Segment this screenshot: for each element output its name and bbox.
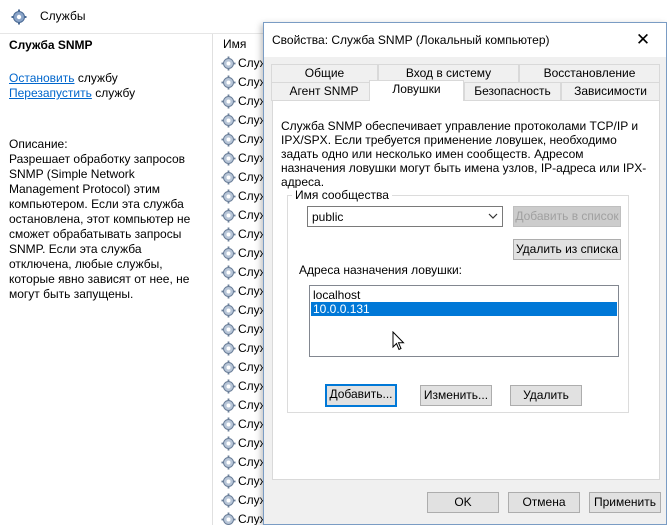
service-gear-icon	[221, 94, 236, 109]
service-gear-icon	[221, 493, 236, 508]
stop-action-suffix: службу	[74, 71, 118, 85]
service-gear-icon	[221, 265, 236, 280]
table-row[interactable]: Служ	[213, 377, 268, 396]
table-row[interactable]: Служ	[213, 244, 268, 263]
service-gear-icon	[221, 56, 236, 71]
table-row[interactable]: Служ	[213, 396, 268, 415]
community-group-label: Имя сообщества	[292, 188, 392, 202]
service-actions: Остановить службу Перезапустить службу	[9, 71, 203, 101]
table-row[interactable]: Служ	[213, 225, 268, 244]
table-row[interactable]: Служ	[213, 434, 268, 453]
service-gear-icon	[221, 455, 236, 470]
service-gear-icon	[221, 322, 236, 337]
trap-destinations-label: Адреса назначения ловушки:	[299, 263, 462, 277]
table-row[interactable]: Служ	[213, 54, 268, 73]
table-row[interactable]: Служ	[213, 263, 268, 282]
add-to-list-button[interactable]: Добавить в список	[513, 206, 621, 227]
description-label: Описание:	[9, 137, 68, 151]
service-description: Описание: Разрешает обработку запросов S…	[9, 137, 205, 302]
community-name-value: public	[312, 210, 344, 224]
table-row[interactable]: Служ	[213, 320, 268, 339]
service-gear-icon	[221, 227, 236, 242]
column-header-name-label: Имя	[223, 37, 247, 51]
service-gear-icon	[221, 208, 236, 223]
chevron-down-icon	[488, 213, 498, 219]
table-row[interactable]: Служ	[213, 472, 268, 491]
table-row[interactable]: Служ	[213, 415, 268, 434]
services-list: Служ Служ Служ Служ Служ Служ Служ Служ Служ Служ…	[213, 54, 268, 525]
edit-destination-button[interactable]: Изменить...	[420, 385, 492, 406]
service-gear-icon	[221, 512, 236, 525]
community-name-combobox[interactable]: public	[307, 206, 503, 227]
table-row[interactable]: Служ	[213, 206, 268, 225]
list-item-selected[interactable]: 10.0.0.131	[311, 302, 617, 316]
list-item[interactable]: localhost	[311, 288, 617, 302]
delete-destination-button[interactable]: Удалить	[510, 385, 582, 406]
tab-security[interactable]: Безопасность	[464, 82, 561, 101]
cancel-button[interactable]: Отмена	[508, 492, 580, 513]
service-gear-icon	[221, 189, 236, 204]
table-row[interactable]: Служ	[213, 92, 268, 111]
service-gear-icon	[221, 170, 236, 185]
service-gear-icon	[221, 113, 236, 128]
service-gear-icon	[221, 398, 236, 413]
table-row[interactable]: Служ	[213, 301, 268, 320]
tab-dependencies[interactable]: Зависимости	[561, 82, 660, 101]
service-gear-icon	[221, 284, 236, 299]
table-row[interactable]: Служ	[213, 491, 268, 510]
service-gear-icon	[221, 303, 236, 318]
services-gear-icon	[11, 9, 27, 25]
traps-intro-text: Служба SNMP обеспечивает управление прот…	[281, 119, 647, 189]
service-gear-icon	[221, 75, 236, 90]
service-gear-icon	[221, 132, 236, 147]
trap-destinations-listbox[interactable]: localhost 10.0.0.131	[309, 285, 619, 357]
service-gear-icon	[221, 341, 236, 356]
close-icon[interactable]: ✕	[620, 23, 666, 56]
table-row[interactable]: Служ	[213, 130, 268, 149]
table-row[interactable]: Служ	[213, 510, 268, 525]
service-gear-icon	[221, 436, 236, 451]
service-gear-icon	[221, 246, 236, 261]
restart-action-suffix: службу	[91, 86, 136, 100]
mouse-cursor-icon	[392, 331, 405, 351]
snmp-properties-dialog: Свойства: Служба SNMP (Локальный компьют…	[263, 22, 667, 525]
table-row[interactable]: Служ	[213, 339, 268, 358]
table-row[interactable]: Служ	[213, 149, 268, 168]
service-gear-icon	[221, 379, 236, 394]
table-row[interactable]: Служ	[213, 282, 268, 301]
stop-action: Остановить службу	[9, 71, 203, 86]
tab-recovery[interactable]: Восстановление	[519, 64, 660, 83]
add-destination-button[interactable]: Добавить...	[325, 384, 397, 407]
table-row[interactable]: Служ	[213, 73, 268, 92]
restart-service-link[interactable]: Перезапустить	[9, 86, 92, 100]
service-gear-icon	[221, 151, 236, 166]
service-details-pane: Служба SNMP Остановить службу Перезапуст…	[0, 34, 212, 525]
table-row[interactable]: Служ	[213, 453, 268, 472]
tab-traps[interactable]: Ловушки	[369, 80, 464, 101]
tab-general[interactable]: Общие	[271, 64, 378, 83]
selected-service-name: Служба SNMP	[9, 38, 93, 52]
stop-service-link[interactable]: Остановить	[9, 71, 75, 85]
services-window-title: Службы	[40, 9, 86, 23]
column-header-name[interactable]: Имя	[213, 34, 263, 52]
ok-button[interactable]: OK	[427, 492, 499, 513]
dialog-title: Свойства: Служба SNMP (Локальный компьют…	[272, 33, 550, 47]
remove-from-list-button[interactable]: Удалить из списка	[513, 239, 621, 260]
service-gear-icon	[221, 474, 236, 489]
tab-snmp-agent[interactable]: Агент SNMP	[271, 82, 377, 101]
dialog-titlebar: Свойства: Служба SNMP (Локальный компьют…	[264, 23, 666, 57]
service-gear-icon	[221, 417, 236, 432]
apply-button[interactable]: Применить	[589, 492, 661, 513]
restart-action: Перезапустить службу	[9, 86, 203, 101]
table-row[interactable]: Служ	[213, 111, 268, 130]
table-row[interactable]: Служ	[213, 168, 268, 187]
table-row[interactable]: Служ	[213, 358, 268, 377]
table-row[interactable]: Служ	[213, 187, 268, 206]
description-text: Разрешает обработку запросов SNMP (Simpl…	[9, 152, 191, 301]
service-gear-icon	[221, 360, 236, 375]
